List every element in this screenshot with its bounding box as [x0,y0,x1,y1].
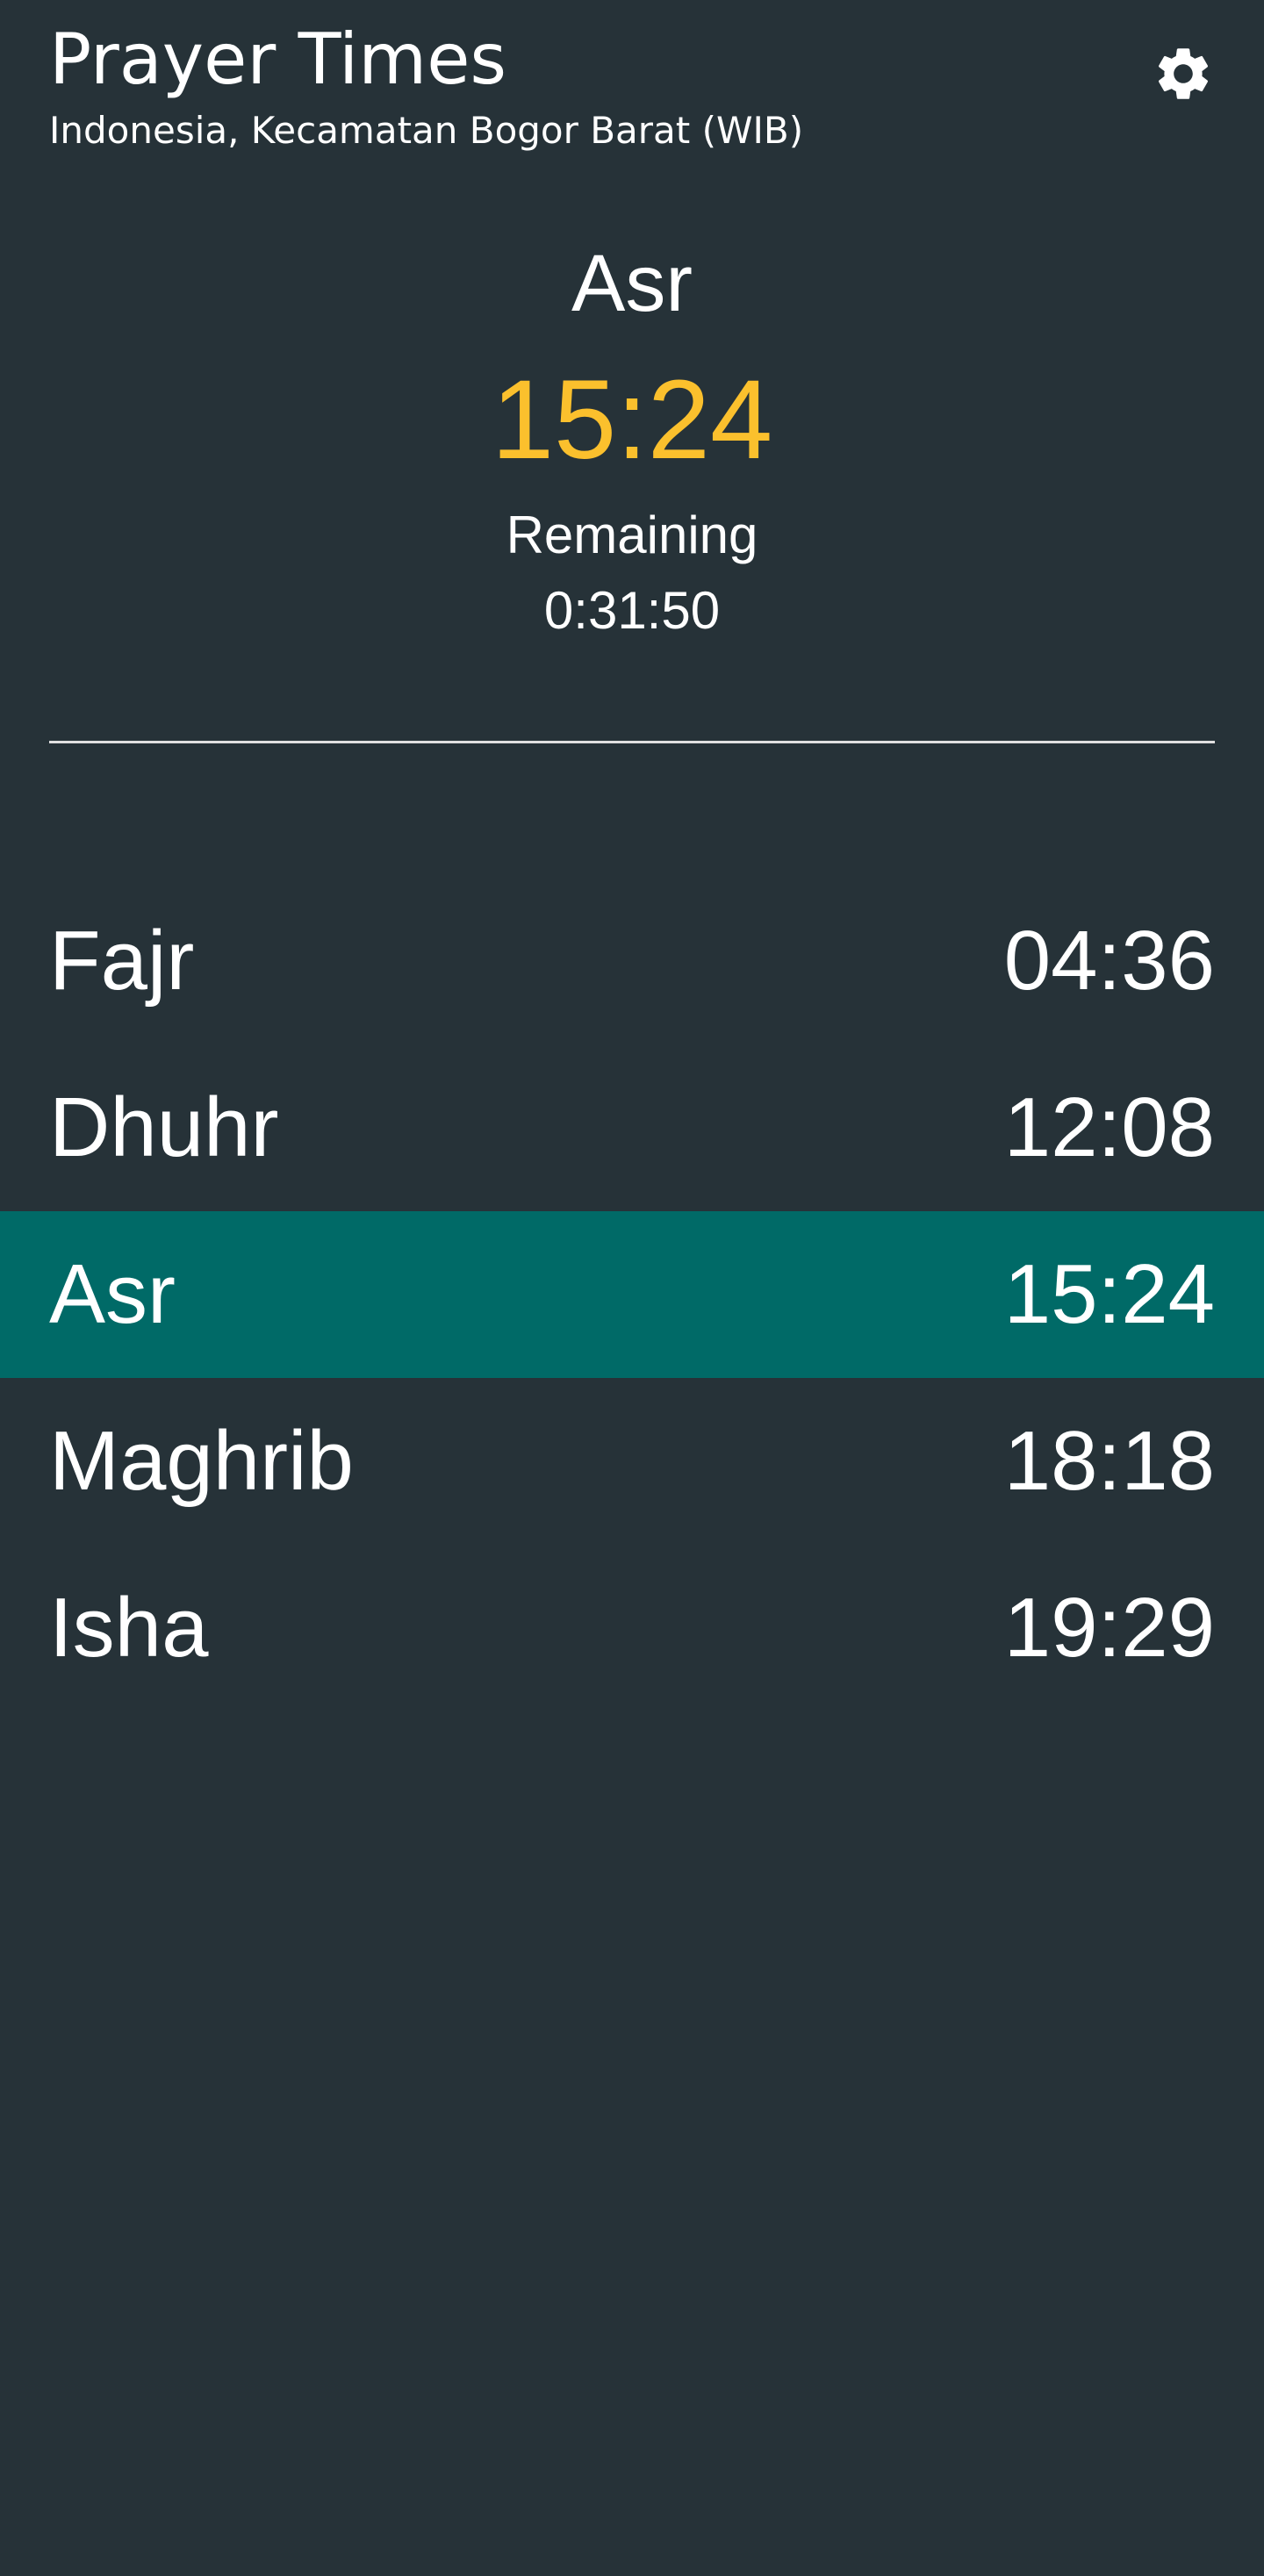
prayer-name: Fajr [49,914,195,1008]
gear-icon [1152,42,1215,110]
current-prayer-name: Asr [571,239,693,328]
prayer-time: 18:18 [1003,1414,1215,1508]
prayer-row-fajr[interactable]: Fajr 04:36 [0,878,1264,1044]
remaining-countdown: 0:31:50 [543,581,721,640]
prayer-name: Asr [49,1247,176,1341]
prayer-name: Dhuhr [49,1080,279,1174]
divider [49,741,1215,743]
current-prayer-time: 15:24 [491,357,773,483]
settings-button[interactable] [1141,33,1225,118]
app-header: Prayer Times Indonesia, Kecamatan Bogor … [49,19,1264,169]
prayer-row-isha[interactable]: Isha 19:29 [0,1545,1264,1711]
prayer-list: Fajr 04:36 Dhuhr 12:08 Asr 15:24 Maghrib… [0,878,1264,1711]
prayer-name: Maghrib [49,1414,354,1508]
remaining-label: Remaining [506,506,758,564]
prayer-row-asr[interactable]: Asr 15:24 [0,1211,1264,1378]
prayer-name: Isha [49,1581,209,1675]
prayer-row-maghrib[interactable]: Maghrib 18:18 [0,1378,1264,1545]
prayer-time: 19:29 [1003,1581,1215,1675]
prayer-row-dhuhr[interactable]: Dhuhr 12:08 [0,1044,1264,1211]
prayer-time: 15:24 [1003,1247,1215,1341]
current-prayer-panel: Asr 15:24 Remaining 0:31:50 [0,235,1264,644]
location-label: Indonesia, Kecamatan Bogor Barat (WIB) [49,109,804,152]
app-title: Prayer Times [49,18,507,100]
prayer-time: 04:36 [1003,914,1215,1008]
prayer-time: 12:08 [1003,1080,1215,1174]
